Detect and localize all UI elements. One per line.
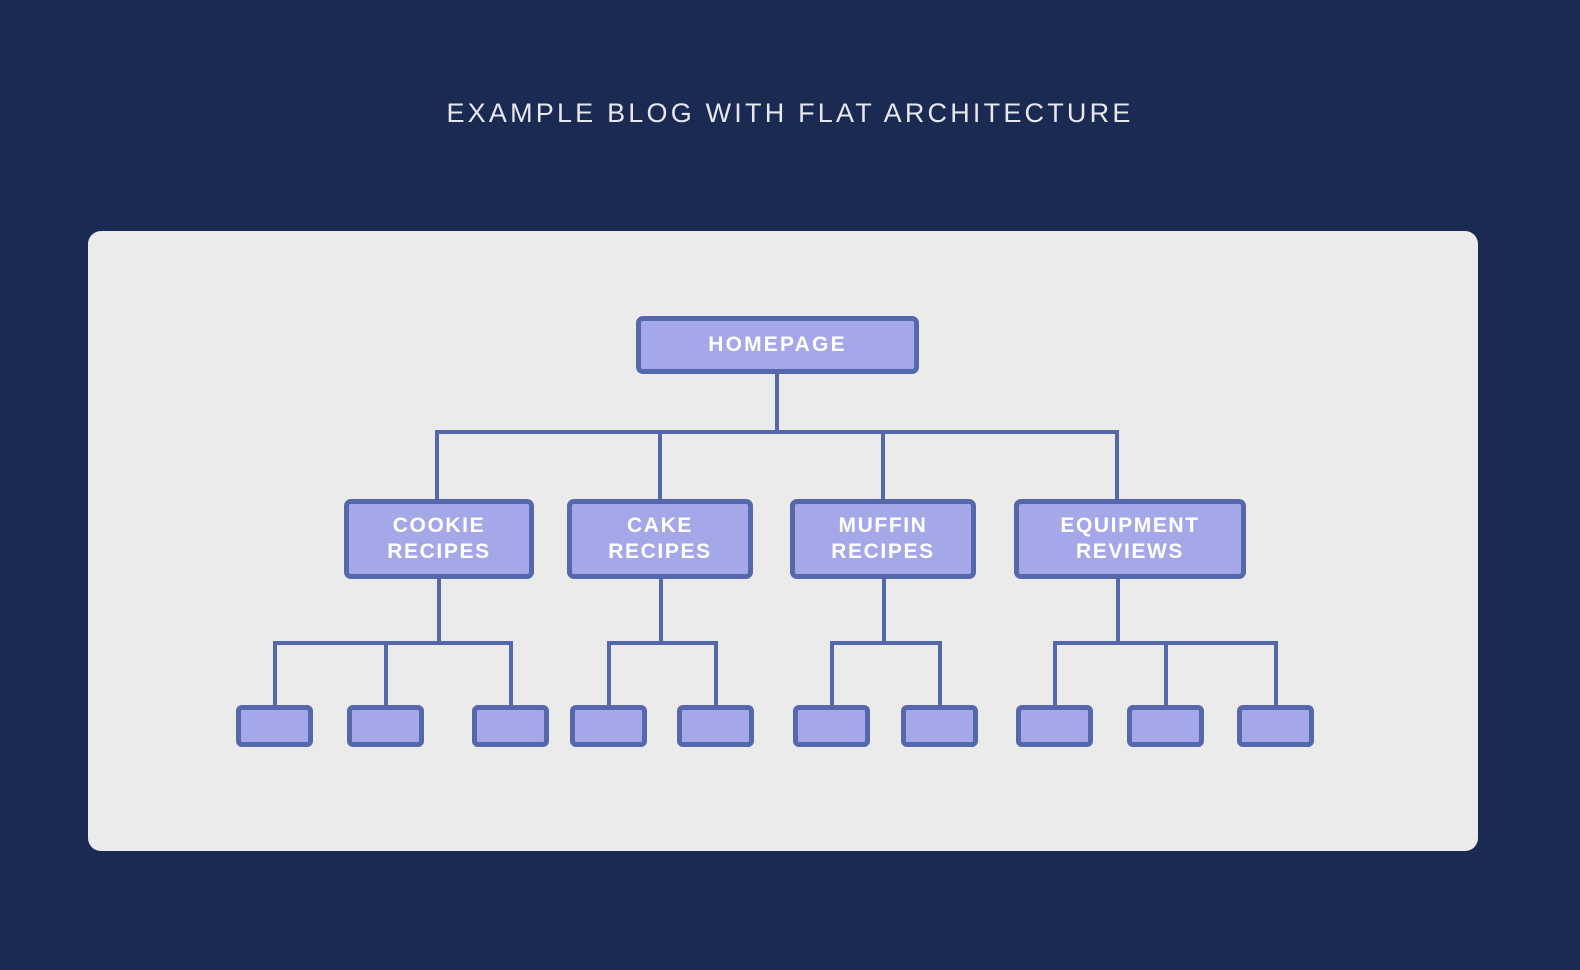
connector-muffin-stem (882, 578, 886, 643)
connector-cake-child-1 (607, 641, 611, 705)
connector-muffin-bus (830, 641, 942, 645)
connector-muffin-child-2 (938, 641, 942, 705)
connector-cookie-child-2 (384, 641, 388, 705)
node-leaf-cookie-3[interactable] (472, 705, 549, 747)
connector-drop-equipment (1115, 430, 1119, 500)
node-leaf-muffin-2[interactable] (901, 705, 978, 747)
connector-muffin-child-1 (830, 641, 834, 705)
connector-drop-cookie (435, 430, 439, 500)
connector-cake-bus (607, 641, 718, 645)
node-muffin-recipes-label: MUFFIN RECIPES (831, 514, 935, 563)
connector-drop-muffin (881, 430, 885, 500)
diagram-canvas: HOMEPAGE COOKIE RECIPES CAKE RECIPES MUF… (88, 231, 1478, 851)
diagram-card: HOMEPAGE COOKIE RECIPES CAKE RECIPES MUF… (88, 231, 1478, 851)
node-homepage-label: HOMEPAGE (708, 333, 847, 357)
connector-cake-child-2 (714, 641, 718, 705)
connector-cookie-child-1 (273, 641, 277, 705)
connector-cookie-child-3 (509, 641, 513, 705)
connector-cookie-bus (273, 641, 513, 645)
connector-equipment-child-1 (1053, 641, 1057, 705)
diagram-page: EXAMPLE BLOG WITH FLAT ARCHITECTURE HOME… (0, 0, 1580, 970)
node-leaf-equipment-2[interactable] (1127, 705, 1204, 747)
connector-cookie-stem (437, 578, 441, 643)
node-equipment-reviews[interactable]: EQUIPMENT REVIEWS (1014, 499, 1246, 579)
connector-equipment-child-3 (1274, 641, 1278, 705)
node-leaf-equipment-1[interactable] (1016, 705, 1093, 747)
node-leaf-cookie-1[interactable] (236, 705, 313, 747)
node-cookie-recipes[interactable]: COOKIE RECIPES (344, 499, 534, 579)
node-homepage[interactable]: HOMEPAGE (636, 316, 919, 374)
node-leaf-equipment-3[interactable] (1237, 705, 1314, 747)
node-leaf-muffin-1[interactable] (793, 705, 870, 747)
connector-cake-stem (659, 578, 663, 643)
node-leaf-cookie-2[interactable] (347, 705, 424, 747)
node-muffin-recipes[interactable]: MUFFIN RECIPES (790, 499, 976, 579)
node-leaf-cake-1[interactable] (570, 705, 647, 747)
connector-level2-bus (435, 430, 1119, 434)
connector-equipment-child-2 (1164, 641, 1168, 705)
connector-equipment-stem (1116, 578, 1120, 643)
connector-drop-cake (658, 430, 662, 500)
node-cake-recipes[interactable]: CAKE RECIPES (567, 499, 753, 579)
node-cake-recipes-label: CAKE RECIPES (608, 514, 712, 563)
node-equipment-reviews-label: EQUIPMENT REVIEWS (1060, 514, 1200, 563)
node-cookie-recipes-label: COOKIE RECIPES (387, 514, 491, 563)
page-title: EXAMPLE BLOG WITH FLAT ARCHITECTURE (446, 98, 1134, 128)
node-leaf-cake-2[interactable] (677, 705, 754, 747)
